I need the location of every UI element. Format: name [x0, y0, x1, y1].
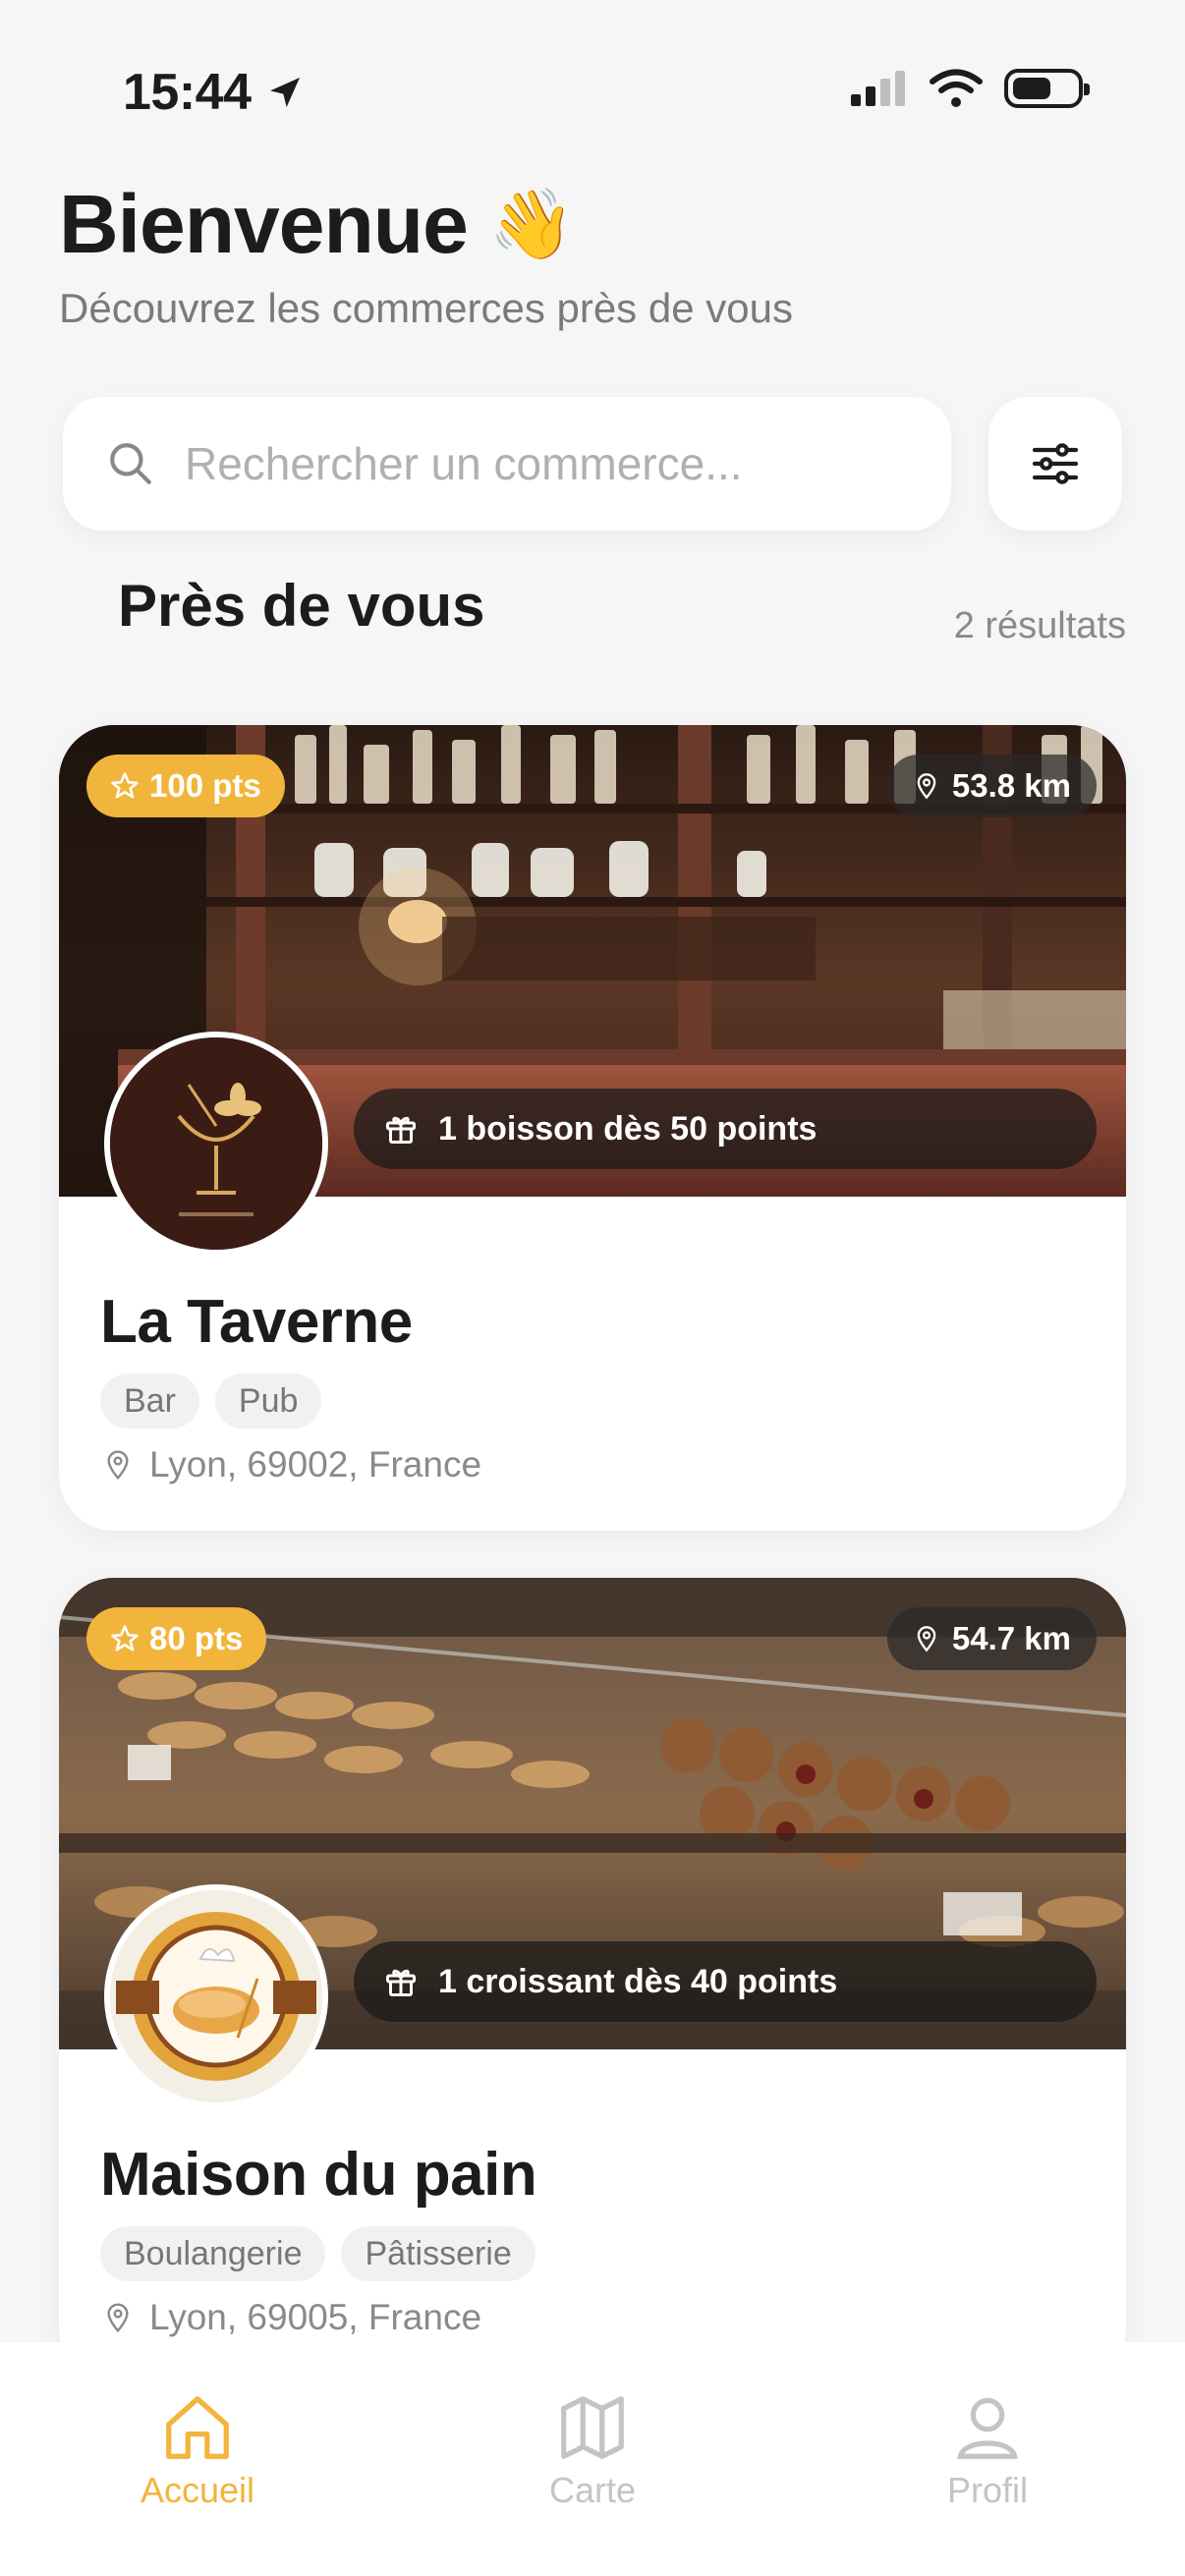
business-name: Maison du pain	[100, 2141, 537, 2209]
location-pin-icon	[107, 2303, 129, 2333]
wifi-icon	[930, 69, 983, 107]
points-label: 80 pts	[149, 1620, 244, 1656]
profile-icon	[957, 2397, 1018, 2459]
distance-label: 53.8 km	[951, 767, 1071, 804]
category-tag: Pub	[214, 1373, 322, 1428]
category-tags: Boulangerie Pâtisserie	[100, 2226, 536, 2281]
status-bar-indicators	[851, 69, 1090, 108]
reward-label: 1 boisson dès 50 points	[438, 1109, 818, 1148]
address-label: Lyon, 69005, France	[149, 2297, 482, 2337]
reward-pill: 1 croissant dès 40 points	[354, 1941, 1097, 2022]
gift-icon	[386, 1969, 416, 1996]
tab-label: Carte	[548, 2470, 637, 2510]
cellular-signal-icon	[851, 71, 905, 106]
distance-badge: 54.7 km	[886, 1607, 1097, 1670]
location-pin-icon	[917, 773, 936, 800]
sliders-icon	[1032, 443, 1079, 484]
category-tag: Pâtisserie	[341, 2226, 536, 2281]
category-tag: Bar	[100, 1373, 199, 1428]
tab-label: Accueil	[140, 2470, 255, 2510]
map-icon	[561, 2396, 624, 2459]
search-icon	[110, 443, 151, 484]
tab-carte[interactable]: Carte	[445, 2389, 740, 2576]
points-label: 100 pts	[149, 767, 261, 804]
search-bar[interactable]	[63, 397, 951, 531]
points-badge: 80 pts	[86, 1607, 267, 1670]
category-tag: Boulangerie	[100, 2226, 326, 2281]
star-icon	[111, 1625, 139, 1652]
category-tags: Bar Pub	[100, 1373, 322, 1428]
business-name: La Taverne	[100, 1288, 413, 1356]
business-address: Lyon, 69002, France	[102, 1444, 481, 1485]
page-title: Bienvenue 👋	[59, 177, 575, 272]
reward-label: 1 croissant dès 40 points	[438, 1962, 838, 2000]
gift-icon	[386, 1116, 416, 1144]
section-title: Près de vous	[118, 573, 485, 639]
points-badge: 100 pts	[86, 755, 285, 817]
business-card[interactable]: 100 pts 53.8 km 1 boisson dès 50 points …	[59, 725, 1126, 1531]
page-subtitle: Découvrez les commerces près de vous	[59, 285, 793, 331]
star-icon	[111, 772, 139, 799]
distance-label: 54.7 km	[951, 1620, 1071, 1656]
search-input[interactable]	[185, 437, 931, 490]
status-bar-time: 15:44	[123, 63, 305, 122]
cocktail-glass-logo	[104, 1032, 328, 1256]
business-card[interactable]: 80 pts 54.7 km 1 croissant dès 40 points…	[59, 1578, 1126, 2383]
location-arrow-icon	[269, 78, 300, 107]
location-pin-icon	[107, 1450, 129, 1481]
bread-badge-logo	[104, 1884, 328, 2108]
home-icon	[166, 2396, 229, 2459]
reward-pill: 1 boisson dès 50 points	[354, 1089, 1097, 1169]
tab-label: Profil	[946, 2470, 1029, 2510]
time-label: 15:44	[123, 64, 252, 121]
tab-accueil[interactable]: Accueil	[50, 2389, 345, 2576]
result-count: 2 résultats	[953, 605, 1126, 646]
location-pin-icon	[917, 1626, 936, 1652]
address-label: Lyon, 69002, France	[149, 1444, 482, 1484]
bottom-tab-bar: Accueil Carte Profil	[0, 2342, 1185, 2576]
greeting-text: Bienvenue	[59, 178, 469, 270]
tab-profil[interactable]: Profil	[840, 2389, 1135, 2576]
waving-hand-icon: 👋	[488, 185, 575, 262]
business-address: Lyon, 69005, France	[102, 2297, 481, 2338]
battery-icon	[1004, 69, 1090, 108]
filter-button[interactable]	[988, 397, 1122, 531]
distance-badge: 53.8 km	[886, 755, 1097, 817]
